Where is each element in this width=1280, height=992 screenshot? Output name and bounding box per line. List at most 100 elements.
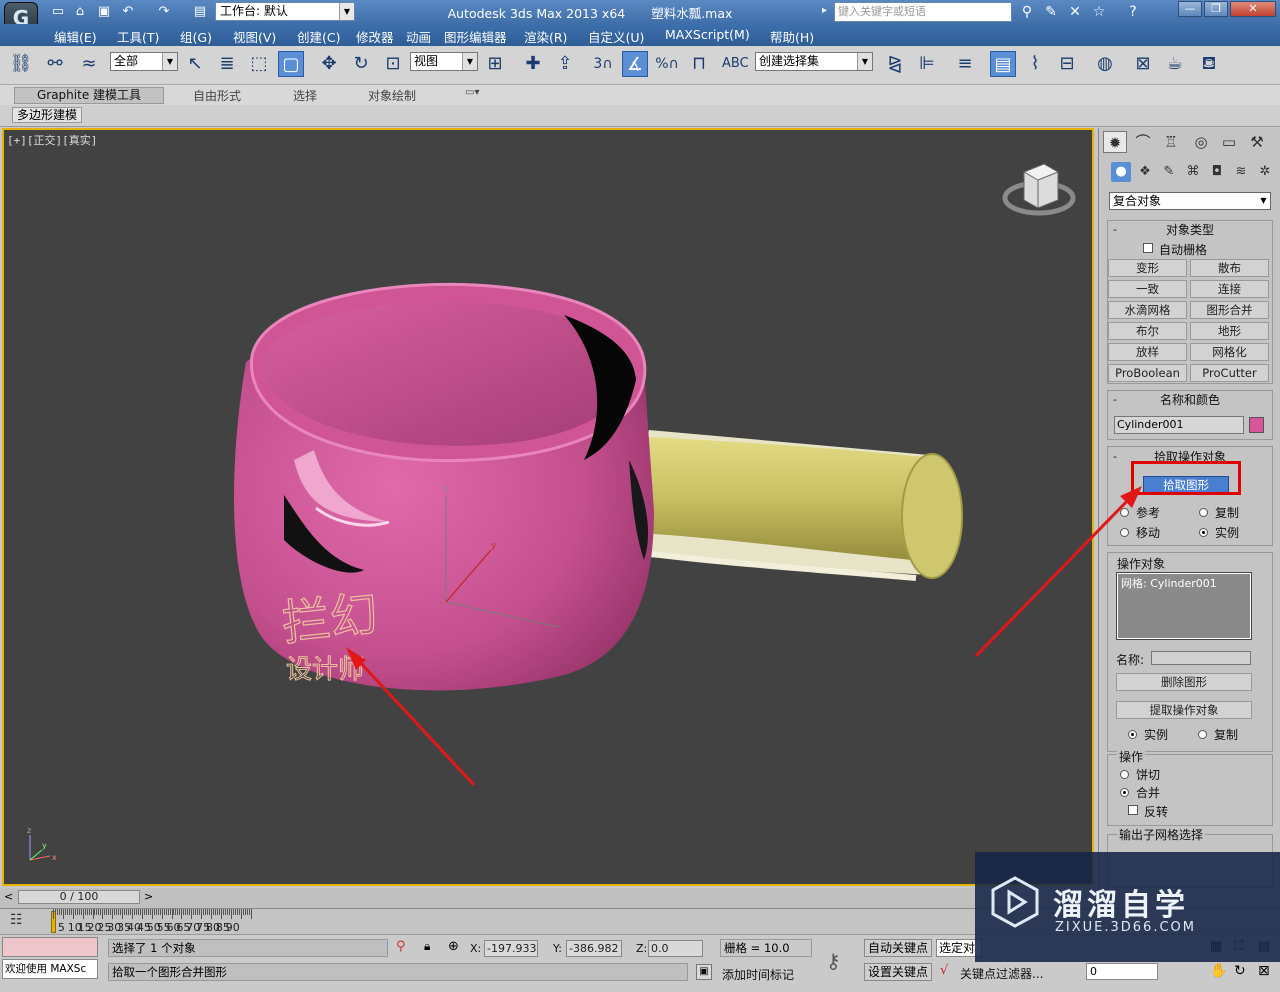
select-by-name-icon[interactable]: ≣ — [214, 51, 240, 77]
object-color-swatch[interactable] — [1249, 417, 1264, 433]
link-icon[interactable]: ⛓ — [8, 51, 34, 77]
scatter-button[interactable]: 散布 — [1190, 259, 1269, 277]
procutter-button[interactable]: ProCutter — [1190, 364, 1269, 382]
schematic-view-icon[interactable]: ⊟ — [1054, 51, 1080, 77]
named-selection-dropdown[interactable]: 创建选择集 ▼ — [755, 52, 873, 71]
display-panel-tab[interactable]: ▭ — [1217, 131, 1241, 153]
render-setup-icon[interactable]: ⊠ — [1130, 51, 1156, 77]
percent-snap-icon[interactable]: %∩ — [654, 51, 680, 77]
subscription-icon[interactable]: ✎ — [1042, 3, 1060, 21]
help-icon[interactable]: ? — [1124, 3, 1142, 21]
tab-object-paint[interactable]: 对象绘制 — [368, 87, 416, 104]
loft-button[interactable]: 放样 — [1108, 343, 1187, 361]
track-bar-icon[interactable]: ☷ — [10, 912, 23, 928]
cameras-icon[interactable]: ⌘ — [1183, 162, 1203, 182]
graphite-toggle-icon[interactable]: ▤ — [990, 51, 1016, 77]
geometry-icon[interactable]: ● — [1111, 162, 1131, 182]
copy-radio[interactable] — [1199, 508, 1208, 517]
move-icon[interactable]: ✥ — [316, 51, 342, 77]
project-folder-icon[interactable]: ▤ — [192, 4, 208, 20]
terrain-button[interactable]: 地形 — [1190, 322, 1269, 340]
favorites-star-icon[interactable]: ☆ — [1090, 3, 1108, 21]
minimize-button[interactable]: — — [1178, 1, 1202, 17]
undo-icon[interactable]: ↶ — [120, 4, 136, 20]
invert-checkbox[interactable] — [1128, 805, 1138, 815]
edit-named-selection-icon[interactable]: ABC — [722, 51, 749, 77]
menu-animation[interactable]: 动画 — [406, 27, 431, 46]
helpers-icon[interactable]: ◘ — [1207, 162, 1227, 182]
maximize-viewport-icon[interactable]: ⊠ — [1258, 963, 1270, 979]
object-name-input[interactable]: Cylinder001 — [1114, 416, 1244, 434]
instance-radio[interactable] — [1199, 528, 1208, 537]
space-warps-icon[interactable]: ≋ — [1231, 162, 1251, 182]
menu-graph-editors[interactable]: 图形编辑器 — [444, 27, 507, 46]
blobmesh-button[interactable]: 水滴网格 — [1108, 301, 1187, 319]
shapemerge-button[interactable]: 图形合并 — [1190, 301, 1269, 319]
y-coordinate-field[interactable]: -386.982 — [566, 940, 622, 957]
auto-key-button[interactable]: 自动关键点 — [864, 939, 932, 957]
angle-snap-icon[interactable]: ∡ — [622, 51, 648, 77]
boolean-button[interactable]: 布尔 — [1108, 322, 1187, 340]
systems-icon[interactable]: ✲ — [1255, 162, 1275, 182]
rectangular-region-icon[interactable]: ⬚ — [246, 51, 272, 77]
rotate-icon[interactable]: ↻ — [348, 51, 374, 77]
orbit-icon[interactable]: ↻ — [1234, 963, 1246, 979]
autogrid-checkbox[interactable] — [1143, 243, 1153, 253]
menu-group[interactable]: 组(G) — [180, 27, 212, 46]
time-slider[interactable]: 0 / 100 — [18, 890, 140, 904]
pan-hand-icon[interactable]: ✋ — [1210, 963, 1227, 979]
scale-icon[interactable]: ⊡ — [380, 51, 406, 77]
connect-button[interactable]: 连接 — [1190, 280, 1269, 298]
name-color-header[interactable]: - 名称和颜色 — [1109, 393, 1271, 407]
set-key-icon[interactable]: ⚷ — [826, 949, 841, 973]
tab-freeform[interactable]: 自由形式 — [193, 87, 241, 104]
redo-icon[interactable]: ↷ — [156, 4, 172, 20]
render-production-icon[interactable]: ⛾ — [1196, 51, 1222, 77]
maximize-button[interactable]: ❐ — [1204, 1, 1228, 17]
add-time-tag-label[interactable]: 添加时间标记 — [722, 966, 794, 983]
bind-space-warp-icon[interactable]: ≈ — [76, 51, 102, 77]
menu-edit[interactable]: 编辑(E) — [54, 27, 97, 46]
tab-graphite-modeling[interactable]: Graphite 建模工具 — [14, 87, 164, 104]
current-frame-field[interactable]: 0 — [1086, 963, 1158, 980]
snaps-toggle-icon[interactable]: 3∩ — [590, 51, 616, 77]
close-button[interactable]: ✕ — [1230, 1, 1276, 17]
viewcube-icon[interactable] — [1002, 163, 1076, 216]
selection-filter-dropdown[interactable]: 全部 ▼ — [110, 52, 178, 71]
morph-button[interactable]: 变形 — [1108, 259, 1187, 277]
binoculars-icon[interactable]: ⚲ — [1018, 3, 1036, 21]
workspace-dropdown[interactable]: 工作台: 默认 ▼ — [215, 2, 355, 21]
search-expand-icon[interactable]: ▸ — [822, 5, 827, 16]
manipulate-icon[interactable]: ✚ — [520, 51, 546, 77]
mirror-icon[interactable]: ⧎ — [882, 51, 908, 77]
rendered-frame-icon[interactable]: ☕ — [1162, 51, 1188, 77]
menu-customize[interactable]: 自定义(U) — [588, 27, 644, 46]
modify-panel-tab[interactable]: ⌒ — [1131, 131, 1155, 153]
align-icon[interactable]: ⊫ — [914, 51, 940, 77]
new-file-icon[interactable]: ▭ — [50, 4, 66, 20]
window-crossing-icon[interactable]: ▢ — [278, 51, 304, 77]
menu-rendering[interactable]: 渲染(R) — [524, 27, 567, 46]
lights-icon[interactable]: ✎ — [1159, 162, 1179, 182]
menu-maxscript[interactable]: MAXScript(M) — [665, 27, 750, 42]
material-editor-icon[interactable]: ◍ — [1092, 51, 1118, 77]
extract-operand-button[interactable]: 提取操作对象 — [1116, 701, 1252, 719]
motion-panel-tab[interactable]: ◎ — [1189, 131, 1213, 153]
conform-button[interactable]: 一致 — [1108, 280, 1187, 298]
maxscript-mini-listener[interactable]: 欢迎使用 MAXSc — [2, 959, 98, 979]
slider-prev-arrow[interactable]: < — [4, 890, 13, 903]
create-panel-tab[interactable]: ✹ — [1103, 131, 1127, 153]
pivot-center-icon[interactable]: ⊞ — [482, 51, 508, 77]
z-coordinate-field[interactable]: 0.0 — [648, 940, 703, 957]
perspective-viewport[interactable]: [+][正交][真实] z y 拦幻 设计师 z x y — [2, 128, 1094, 886]
keyboard-shortcut-icon[interactable]: ⇪ — [552, 51, 578, 77]
slider-next-arrow[interactable]: > — [144, 890, 153, 903]
menu-views[interactable]: 视图(V) — [233, 27, 276, 46]
key-filter-curve-icon[interactable]: √ — [940, 963, 948, 978]
ribbon-options-icon[interactable]: ▭▾ — [465, 87, 479, 98]
time-tag-icon[interactable]: ▣ — [696, 964, 712, 980]
menu-modifiers[interactable]: 修改器 — [356, 27, 394, 46]
curve-editor-icon[interactable]: ⌇ — [1022, 51, 1048, 77]
set-key-button[interactable]: 设置关键点 — [864, 963, 932, 981]
menu-tools[interactable]: 工具(T) — [117, 27, 159, 46]
